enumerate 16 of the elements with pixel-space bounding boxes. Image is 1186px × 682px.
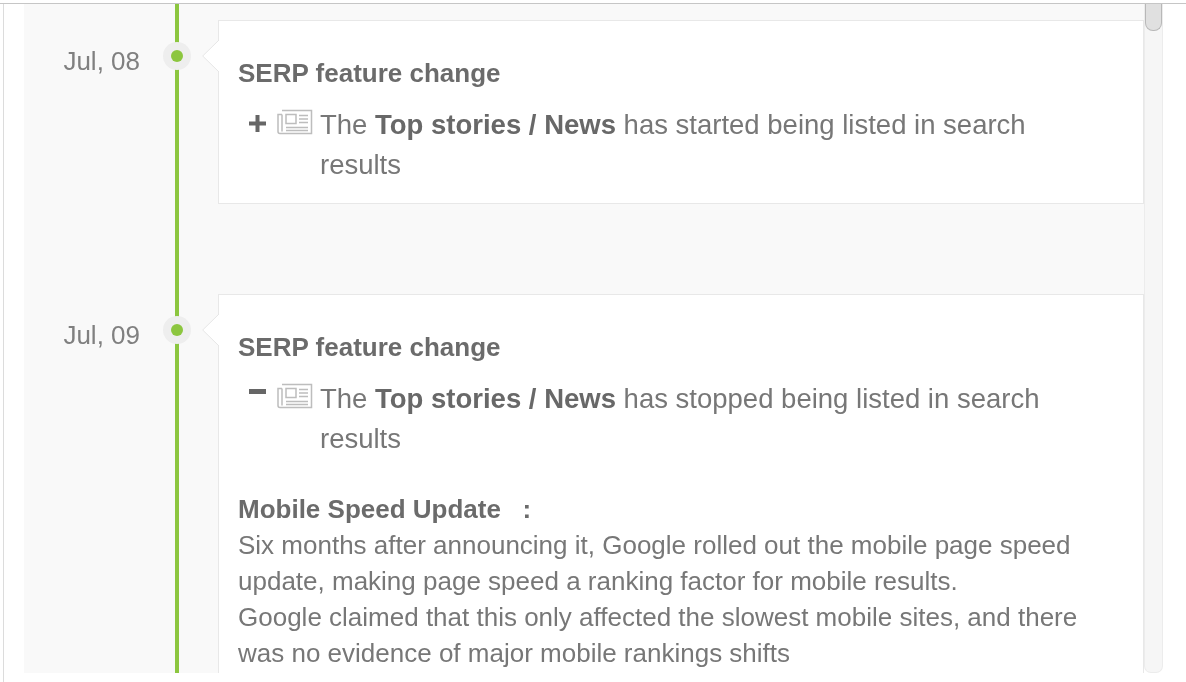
minus-icon: [249, 389, 266, 394]
newspaper-icon: [277, 109, 313, 135]
change-description: The Top stories / News has stopped being listed in search results: [320, 382, 1041, 456]
event-title: SERP feature change: [238, 58, 502, 88]
plus-icon: [249, 115, 266, 132]
timeline-dot-icon: [163, 316, 191, 344]
note-paragraph: Six months after announcing it, Google rolled out the mobile page speed update, making page speed a ranking factor for mobile results.: [238, 529, 1072, 598]
note-title: Mobile Speed Update :: [238, 493, 533, 526]
newspaper-icon: [277, 383, 313, 409]
change-description: The Top stories / News has started being listed in search results: [320, 108, 1027, 182]
event-date: Jul, 09: [62, 320, 140, 350]
scrollbar-thumb[interactable]: [1145, 4, 1162, 31]
event-title: SERP feature change: [238, 332, 502, 362]
timeline-dot-icon: [163, 42, 191, 70]
event-date: Jul, 08: [62, 46, 140, 76]
note-paragraph: Google claimed that this only affected the slowest mobile sites, and there was no evidence of major mobile rankings shifts: [238, 601, 1079, 670]
